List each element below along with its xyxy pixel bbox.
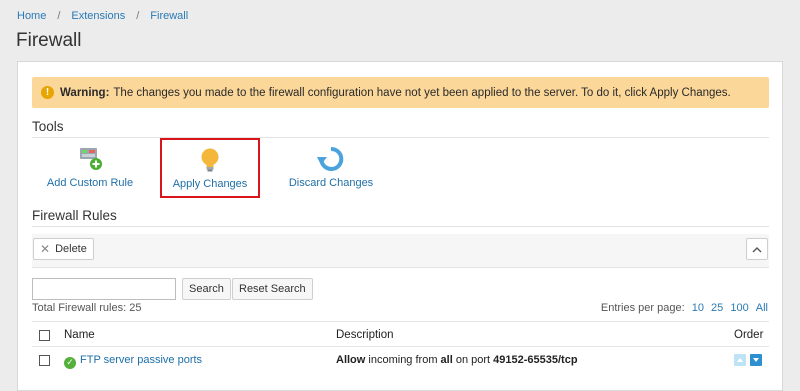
rule-source: all [440,354,453,366]
undo-icon [317,146,344,171]
table-divider [32,346,769,347]
column-header-name[interactable]: Name [64,329,95,341]
breadcrumb: Home / Extensions / Firewall [17,10,188,22]
search-input[interactable] [32,278,176,300]
warning-prefix: Warning: [60,86,110,99]
rules-toolbar: ✕ Delete [32,234,769,268]
reset-search-button[interactable]: Reset Search [232,278,313,300]
apply-changes-button[interactable]: Apply Changes [160,138,260,198]
add-custom-rule-button[interactable]: Add Custom Rule [40,145,140,189]
entries-label: Entries per page: [600,302,685,314]
close-icon: ✕ [40,242,51,256]
move-up-button[interactable] [734,354,746,366]
tools-heading: Tools [32,119,64,134]
lightbulb-icon [201,148,219,172]
table-row-description: Allow incoming from all on port 49152-65… [336,354,578,366]
breadcrumb-firewall[interactable]: Firewall [150,10,188,22]
add-custom-rule-label: Add Custom Rule [46,177,134,189]
total-rules-count: Total Firewall rules: 25 [32,302,142,314]
column-header-description: Description [336,329,394,341]
rule-name-link[interactable]: FTP server passive ports [80,354,202,366]
breadcrumb-home[interactable]: Home [17,10,46,22]
delete-button[interactable]: ✕ Delete [33,238,94,260]
add-rule-icon [80,148,102,170]
move-down-button[interactable] [750,354,762,366]
breadcrumb-extensions[interactable]: Extensions [71,10,125,22]
firewall-rules-heading: Firewall Rules [32,208,117,223]
discard-changes-button[interactable]: Discard Changes [281,145,381,189]
arrow-down-icon [753,358,759,362]
entries-option-100[interactable]: 100 [730,302,748,314]
check-circle-icon: ✓ [64,356,76,369]
entries-option-all[interactable]: All [756,302,768,314]
entries-per-page: Entries per page: 10 25 100 All [601,302,768,314]
breadcrumb-separator: / [57,10,61,22]
chevron-up-icon [752,246,762,252]
rule-desc-text: on port [455,354,491,366]
table-row-name: ✓ FTP server passive ports [64,354,202,369]
entries-option-25[interactable]: 25 [711,302,723,314]
discard-changes-label: Discard Changes [288,177,374,189]
rule-action: Allow [336,354,366,366]
arrow-up-icon [737,358,743,362]
page-title: Firewall [16,30,82,51]
collapse-button[interactable] [746,238,768,260]
warning-message: The changes you made to the firewall con… [113,86,731,99]
search-button[interactable]: Search [182,278,231,300]
rule-port: 49152-65535/tcp [493,354,578,366]
rule-desc-text: incoming from [368,354,438,366]
column-header-order: Order [734,329,764,341]
warning-banner: ! Warning: The changes you made to the f… [32,77,769,108]
breadcrumb-separator: / [136,10,140,22]
divider [32,137,769,138]
table-divider [32,321,769,322]
apply-changes-label: Apply Changes [172,178,248,190]
row-checkbox[interactable] [39,355,50,366]
delete-label: Delete [55,243,87,255]
divider [32,226,769,227]
select-all-checkbox[interactable] [39,330,50,341]
warning-icon: ! [41,86,54,99]
entries-option-10[interactable]: 10 [692,302,704,314]
main-panel: ! Warning: The changes you made to the f… [17,61,783,391]
